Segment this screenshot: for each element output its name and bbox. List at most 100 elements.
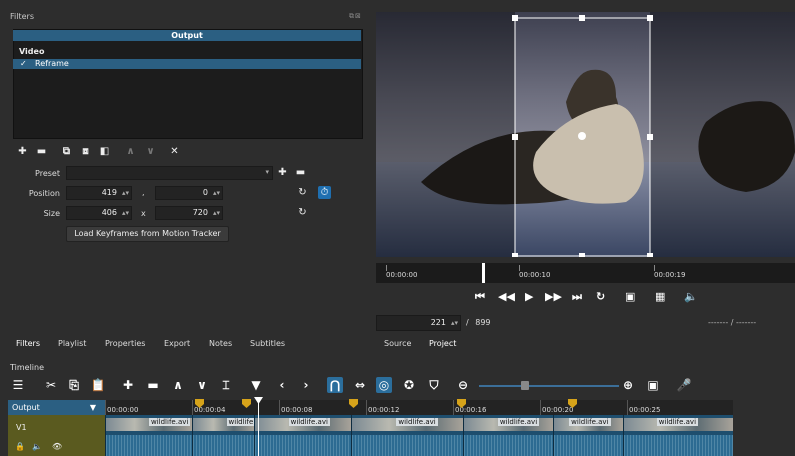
previous-marker-icon[interactable]: ‹	[274, 377, 290, 393]
loop-icon[interactable]: ↻	[596, 290, 605, 303]
next-marker-icon[interactable]: ›	[298, 377, 314, 393]
timeline-clip[interactable]: wildlife	[192, 415, 254, 456]
dock-float-close-icon[interactable]: ⧉⊠	[349, 12, 362, 21]
position-x-input[interactable]: 419 ▴▾	[66, 186, 132, 200]
ripple-all-icon[interactable]: ✪	[401, 377, 417, 393]
timeline-zoom-slider[interactable]	[479, 385, 619, 387]
volume-icon[interactable]: 🔈	[684, 290, 698, 303]
add-filter-button[interactable]: ✚	[16, 145, 29, 158]
scrub-icon[interactable]: ⇔	[352, 377, 368, 393]
fast-forward-icon[interactable]: ▶▶	[545, 290, 562, 303]
player-scrub-bar[interactable]: 00:00:00 00:00:10 00:00:19	[376, 263, 795, 283]
lock-icon[interactable]: 🔒	[15, 442, 25, 451]
close-filter-button[interactable]: ✕	[168, 145, 181, 158]
tab-notes[interactable]: Notes	[209, 339, 232, 348]
keyframe-position-icon[interactable]: ⏱	[318, 186, 331, 199]
mute-icon[interactable]: 🔈	[32, 442, 42, 451]
paste-filter-button[interactable]: ⧈	[79, 145, 92, 158]
filter-list[interactable]	[13, 29, 363, 139]
zoom-out-icon[interactable]: ⊖	[455, 377, 471, 393]
timeline-ruler-label: 00:00:00	[107, 406, 139, 414]
output-tab-header[interactable]: Output	[13, 30, 361, 41]
ripple-markers-icon[interactable]: ⛉	[426, 377, 442, 393]
timeline-ruler[interactable]: 00:00:00 00:00:04 00:00:08 00:00:12 00:0…	[105, 399, 733, 415]
position-label: Position	[28, 189, 60, 198]
grid-icon[interactable]: ▦	[655, 290, 665, 303]
tab-playlist[interactable]: Playlist	[58, 339, 86, 348]
timeline-clip[interactable]: wildlife.avi	[623, 415, 733, 456]
load-keyframes-button[interactable]: Load Keyframes from Motion Tracker	[66, 226, 229, 242]
lift-icon[interactable]: ∧	[170, 377, 186, 393]
spin-arrows-icon[interactable]: ▴▾	[213, 207, 220, 219]
timeline-zoom-handle[interactable]	[521, 381, 529, 390]
remove-filter-button[interactable]: ▬	[35, 145, 48, 158]
player-playhead[interactable]	[482, 263, 485, 283]
v1-track-header[interactable]: V1 🔒 🔈 👁	[8, 415, 105, 456]
tab-properties[interactable]: Properties	[105, 339, 145, 348]
tab-subtitles[interactable]: Subtitles	[250, 339, 285, 348]
tab-project[interactable]: Project	[429, 339, 456, 348]
position-y-input[interactable]: 0 ▴▾	[155, 186, 223, 200]
delete-preset-button[interactable]: ▬	[294, 166, 307, 179]
paste-icon[interactable]: 📋	[90, 377, 106, 393]
timeline-clip[interactable]: wildlife.avi	[105, 415, 192, 456]
append-icon[interactable]: ✚	[120, 377, 136, 393]
snap-icon[interactable]: ⋂	[327, 377, 343, 393]
filter-name: Reframe	[35, 59, 69, 68]
rewind-icon[interactable]: ◀◀	[498, 290, 515, 303]
frame-position-input[interactable]: 221 ▴▾	[376, 315, 461, 331]
copy-filter-button[interactable]: ⧉	[60, 145, 73, 158]
tab-filters[interactable]: Filters	[16, 339, 40, 348]
move-filter-down-button[interactable]: ∨	[144, 145, 157, 158]
tab-source[interactable]: Source	[384, 339, 411, 348]
audio-waveform	[352, 435, 463, 456]
cut-icon[interactable]: ✂	[43, 377, 59, 393]
timeline-marker[interactable]	[349, 399, 358, 408]
spin-arrows-icon[interactable]: ▴▾	[451, 316, 458, 330]
filter-row-reframe[interactable]: ✓ Reframe	[13, 59, 361, 69]
timeline-clip[interactable]: wildlife.avi	[463, 415, 553, 456]
timeline-clip[interactable]: wildlife.avi	[254, 415, 351, 456]
play-icon[interactable]: ▶	[525, 290, 533, 303]
overwrite-icon[interactable]: ∨	[194, 377, 210, 393]
spin-arrows-icon[interactable]: ▴▾	[122, 207, 129, 219]
preset-combobox[interactable]: ▾	[66, 166, 273, 180]
size-height-input[interactable]: 720 ▴▾	[155, 206, 223, 220]
reset-position-icon[interactable]: ↻	[296, 186, 309, 199]
timeline-marker[interactable]	[242, 399, 251, 408]
add-marker-icon[interactable]: ▼	[248, 377, 264, 393]
ripple-icon[interactable]: ◎	[376, 377, 392, 393]
hide-icon[interactable]: 👁	[52, 442, 62, 451]
record-audio-icon[interactable]: 🎤	[676, 377, 692, 393]
skip-to-end-icon[interactable]: ⏭	[572, 290, 582, 304]
spin-arrows-icon[interactable]: ▴▾	[213, 187, 220, 199]
skip-to-start-icon[interactable]: ⏮	[475, 290, 485, 304]
zoom-fit-icon[interactable]: ▣	[625, 290, 635, 303]
chevron-down-icon: ▾	[265, 168, 269, 176]
v1-track[interactable]: wildlife.avi wildlife wildlife.avi wildl…	[105, 415, 733, 456]
timeline-clip[interactable]: wildlife.avi	[553, 415, 623, 456]
tab-export[interactable]: Export	[164, 339, 190, 348]
zoom-fit-timeline-icon[interactable]: ▣	[645, 377, 661, 393]
spin-arrows-icon[interactable]: ▴▾	[122, 187, 129, 199]
reset-size-icon[interactable]: ↻	[296, 206, 309, 219]
output-track-label: Output	[12, 403, 40, 412]
video-filter-group-label: Video	[19, 47, 45, 56]
video-preview[interactable]	[376, 12, 795, 257]
timeline-clip[interactable]: wildlife.avi	[351, 415, 463, 456]
output-track-header[interactable]: Output ▼	[8, 400, 105, 415]
copy-icon[interactable]: ⎘	[66, 377, 82, 393]
timeline-menu-icon[interactable]: ☰	[10, 377, 26, 393]
move-filter-up-button[interactable]: ∧	[124, 145, 137, 158]
save-filter-set-button[interactable]: ◧	[98, 145, 111, 158]
split-icon[interactable]: ⌶	[218, 377, 234, 393]
filter-icon[interactable]: ▼	[90, 400, 96, 415]
save-preset-button[interactable]: ✚	[276, 166, 289, 179]
size-width-input[interactable]: 406 ▴▾	[66, 206, 132, 220]
clip-name: wildlife.avi	[288, 418, 330, 426]
ripple-delete-icon[interactable]: ▬	[145, 377, 161, 393]
filter-enable-checkbox[interactable]: ✓	[20, 59, 27, 69]
zoom-in-icon[interactable]: ⊕	[620, 377, 636, 393]
timeline-ruler-label: 00:00:25	[629, 406, 661, 414]
timeline-playhead[interactable]	[258, 398, 259, 456]
